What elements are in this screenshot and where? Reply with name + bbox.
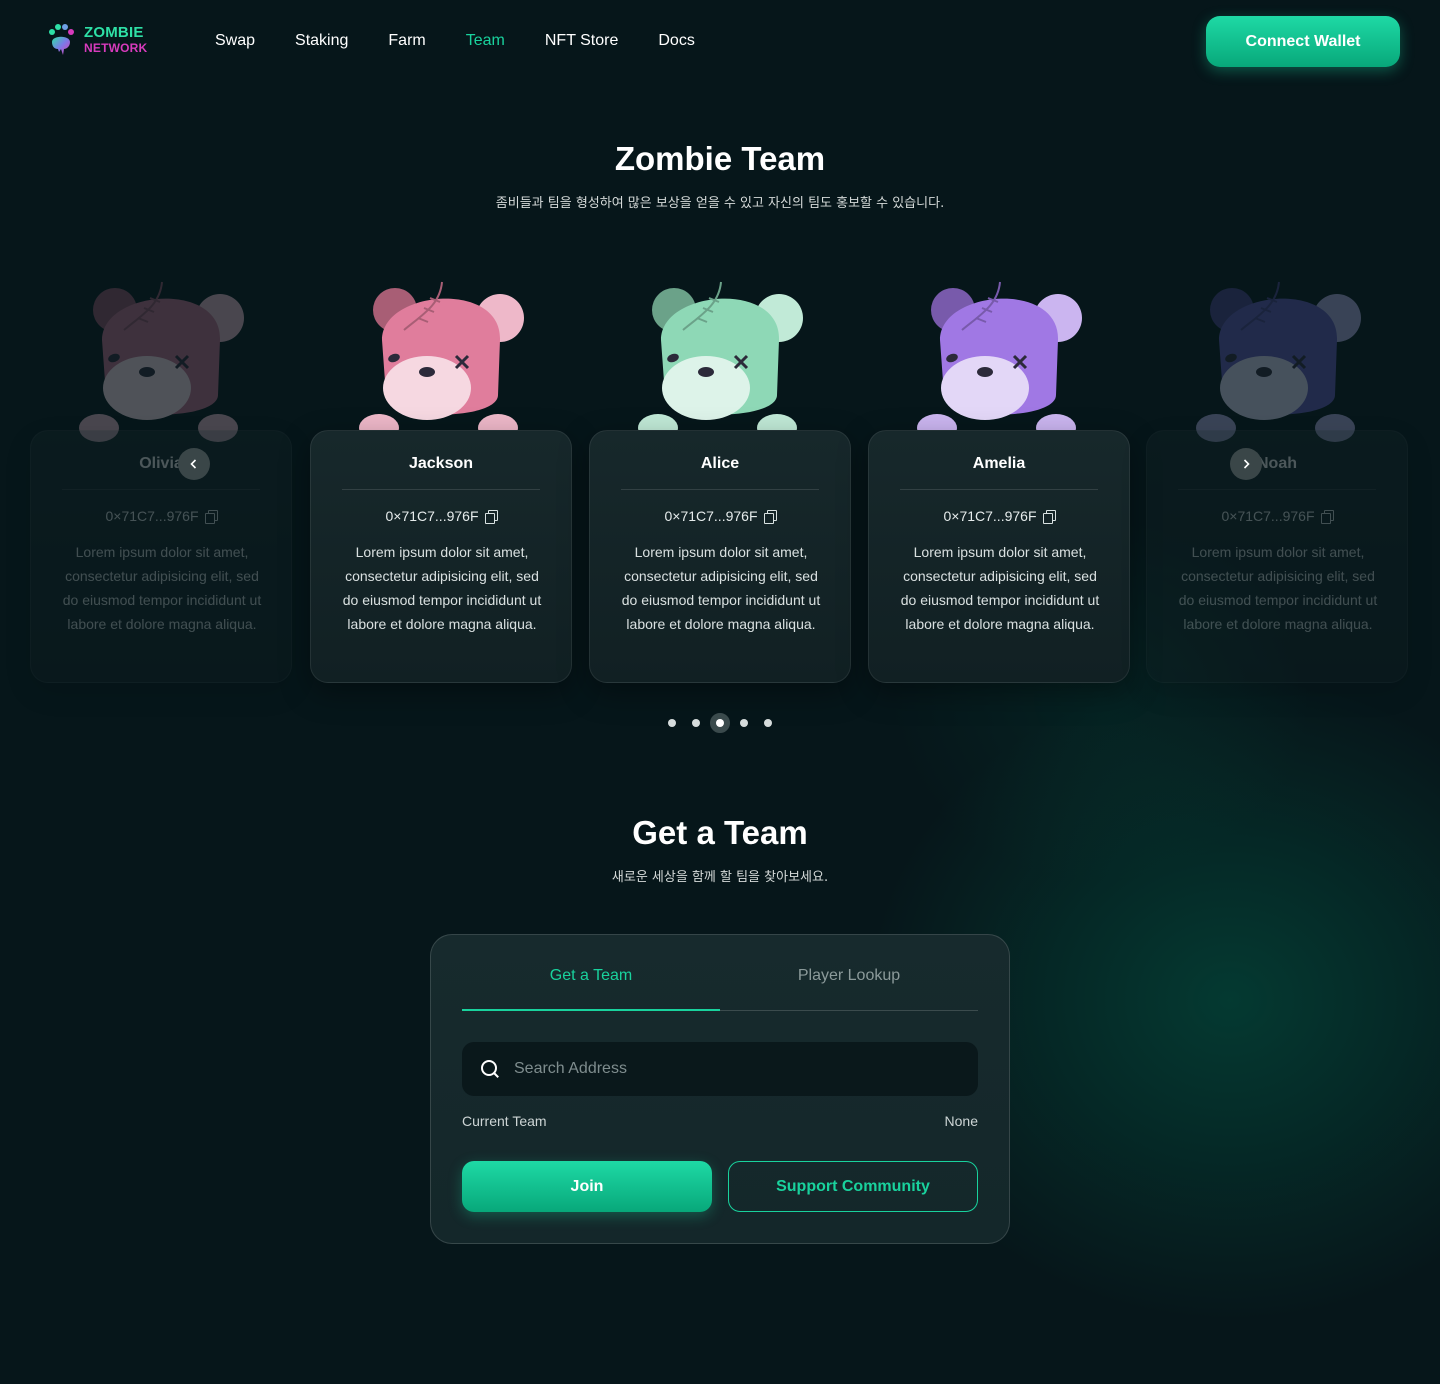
search-icon: [481, 1060, 499, 1078]
search-box: [462, 1042, 978, 1096]
member-address-row: 0×71C7...976F: [1147, 508, 1407, 524]
member-address: 0×71C7...976F: [105, 508, 199, 524]
current-team-label: Current Team: [462, 1113, 547, 1129]
member-address-row: 0×71C7...976F: [590, 508, 850, 524]
member-address-row: 0×71C7...976F: [311, 508, 571, 524]
pagination-dot-active[interactable]: [710, 713, 730, 733]
panel-tabs: Get a Team Player Lookup: [462, 965, 978, 1011]
team-section-subtitle: 좀비들과 팀을 형성하여 많은 보상을 얻을 수 있고 자신의 팀도 홍보할 수…: [495, 196, 945, 211]
member-name: Noah: [1257, 455, 1297, 472]
tab-player-lookup[interactable]: Player Lookup: [720, 965, 978, 1011]
member-name: Olivia: [139, 455, 183, 472]
team-section-title: Zombie Team: [614, 140, 826, 177]
bear-avatar-amelia: [917, 281, 1082, 442]
join-button[interactable]: Join: [462, 1161, 712, 1212]
member-name: Amelia: [972, 455, 1026, 472]
copy-icon[interactable]: [484, 509, 498, 524]
member-description: Lorem ipsum dolor sit amet, consectetur …: [900, 544, 1100, 632]
header: ZOMBIE NETWORK Swap Staking Farm Team NF…: [0, 0, 1440, 84]
divider: [1178, 489, 1376, 490]
team-card-noah[interactable]: Noah 0×71C7...976F Lorem ipsum dolor sit…: [1146, 430, 1408, 683]
member-address-row: 0×71C7...976F: [869, 508, 1129, 524]
member-address-row: 0×71C7...976F: [31, 508, 291, 524]
team-card-amelia[interactable]: Amelia 0×71C7...976F Lorem ipsum dolor s…: [868, 430, 1130, 683]
copy-icon[interactable]: [1042, 509, 1056, 524]
member-description: Lorem ipsum dolor sit amet, consectetur …: [342, 544, 542, 632]
divider: [342, 489, 540, 490]
pagination-dot[interactable]: [764, 719, 772, 727]
copy-icon[interactable]: [1320, 509, 1334, 524]
connect-wallet-button[interactable]: Connect Wallet: [1206, 16, 1400, 67]
member-address: 0×71C7...976F: [1221, 508, 1315, 524]
search-address-input[interactable]: [514, 1042, 954, 1096]
divider: [621, 489, 819, 490]
nav-docs[interactable]: Docs: [658, 31, 694, 51]
support-community-button[interactable]: Support Community: [728, 1161, 978, 1212]
member-name: Alice: [700, 455, 740, 472]
pagination-dot[interactable]: [740, 719, 748, 727]
member-address: 0×71C7...976F: [664, 508, 758, 524]
nav-team[interactable]: Team: [466, 31, 505, 51]
copy-icon[interactable]: [204, 509, 218, 524]
tab-get-a-team[interactable]: Get a Team: [462, 965, 720, 1011]
nav-farm[interactable]: Farm: [388, 31, 425, 51]
get-team-title: Get a Team: [632, 814, 808, 851]
get-team-subtitle: 새로운 세상을 함께 할 팀을 찾아보세요.: [611, 870, 829, 885]
member-name: Jackson: [408, 455, 474, 472]
carousel-pagination: [660, 713, 780, 733]
member-address: 0×71C7...976F: [385, 508, 479, 524]
divider: [62, 489, 260, 490]
current-team-value: None: [944, 1113, 978, 1129]
member-description: Lorem ipsum dolor sit amet, consectetur …: [621, 544, 821, 632]
bear-avatar-alice: [638, 281, 803, 442]
carousel-prev-button[interactable]: [178, 448, 210, 480]
chevron-right-icon: [1243, 459, 1250, 469]
brand-subname: NETWORK: [84, 40, 148, 55]
member-address: 0×71C7...976F: [943, 508, 1037, 524]
bear-avatar-jackson: [359, 281, 524, 442]
pagination-dot[interactable]: [668, 719, 676, 727]
divider: [900, 489, 1098, 490]
team-card-alice[interactable]: Alice 0×71C7...976F Lorem ipsum dolor si…: [589, 430, 851, 683]
zombie-paw-icon: [49, 24, 74, 55]
team-card-jackson[interactable]: Jackson 0×71C7...976F Lorem ipsum dolor …: [310, 430, 572, 683]
logo[interactable]: ZOMBIE NETWORK: [44, 22, 147, 56]
carousel-next-button[interactable]: [1230, 448, 1262, 480]
brand-name: ZOMBIE: [84, 23, 144, 41]
nav-staking[interactable]: Staking: [295, 31, 348, 51]
bear-avatar-olivia: [79, 281, 244, 442]
copy-icon[interactable]: [763, 509, 777, 524]
team-card-olivia[interactable]: Olivia 0×71C7...976F Lorem ipsum dolor s…: [30, 430, 292, 683]
bear-avatar-noah: [1196, 281, 1361, 442]
get-team-panel: Get a Team Player Lookup Current Team No…: [430, 934, 1010, 1244]
member-description: Lorem ipsum dolor sit amet, consectetur …: [62, 544, 262, 632]
pagination-dot[interactable]: [692, 719, 700, 727]
member-description: Lorem ipsum dolor sit amet, consectetur …: [1178, 544, 1378, 632]
chevron-left-icon: [190, 459, 197, 469]
nav-swap[interactable]: Swap: [215, 31, 255, 51]
main-nav: Swap Staking Farm Team NFT Store Docs: [215, 31, 695, 51]
nav-nft-store[interactable]: NFT Store: [545, 31, 619, 51]
